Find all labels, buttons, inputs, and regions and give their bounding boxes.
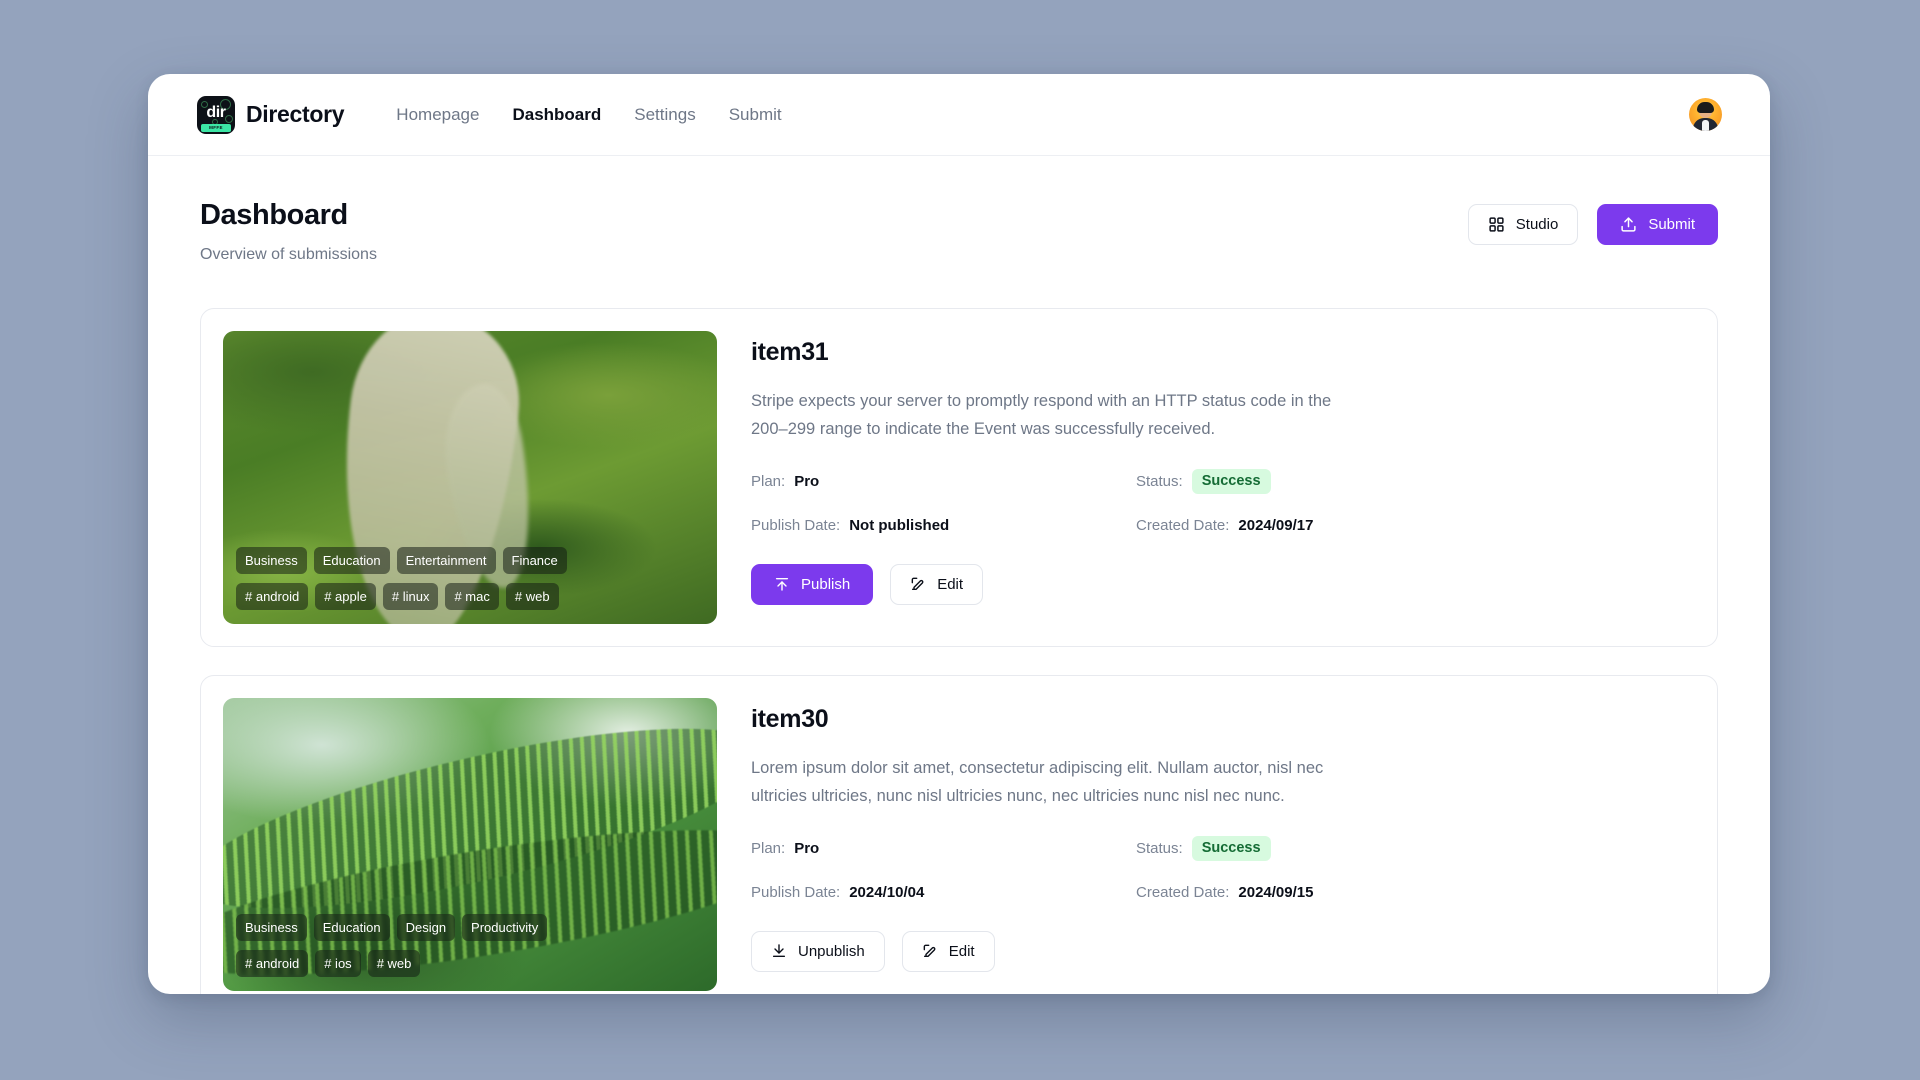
submit-button[interactable]: Submit bbox=[1597, 204, 1718, 245]
submission-actions: Publish Edit bbox=[751, 563, 1695, 605]
thumbnail-tags: Business Education Design Productivity #… bbox=[236, 914, 704, 977]
category-tag[interactable]: Design bbox=[396, 914, 456, 941]
arrow-up-to-line-icon bbox=[774, 576, 790, 592]
publish-date-value: 2024/10/04 bbox=[849, 883, 925, 901]
nav-link-dashboard[interactable]: Dashboard bbox=[512, 105, 601, 125]
unpublish-button-label: Unpublish bbox=[798, 942, 865, 960]
header-actions: Studio Submit bbox=[1467, 204, 1718, 245]
edit-button-label: Edit bbox=[937, 575, 964, 593]
publish-button-label: Publish bbox=[801, 575, 851, 593]
submission-details: item30 Lorem ipsum dolor sit amet, conse… bbox=[751, 698, 1695, 991]
plan-label: Plan: bbox=[751, 839, 786, 857]
submission-metadata: Plan: Pro Status: Success Publish Date: … bbox=[751, 469, 1695, 534]
plan-value: Pro bbox=[794, 472, 820, 490]
brand-name: Directory bbox=[246, 101, 345, 127]
category-tag[interactable]: Education bbox=[313, 914, 390, 941]
brand-logo[interactable]: dir MFFE Directory bbox=[197, 95, 345, 134]
page-heading-group: Dashboard Overview of submissions bbox=[200, 198, 377, 264]
category-tag[interactable]: Business bbox=[236, 914, 307, 941]
thumbnail-tags: Business Education Entertainment Finance… bbox=[236, 547, 704, 610]
hashtag-tag[interactable]: # apple bbox=[315, 583, 376, 610]
status-field: Status: Success bbox=[1136, 836, 1695, 861]
nav-link-settings[interactable]: Settings bbox=[634, 105, 695, 125]
hashtag-tag-row: # android # ios # web bbox=[236, 950, 421, 977]
submission-card: Business Education Entertainment Finance… bbox=[200, 308, 1718, 647]
category-tag[interactable]: Finance bbox=[502, 547, 567, 574]
plan-field: Plan: Pro bbox=[751, 836, 1136, 861]
created-date-label: Created Date: bbox=[1136, 883, 1230, 901]
status-field: Status: Success bbox=[1136, 469, 1695, 494]
submission-list: Business Education Entertainment Finance… bbox=[200, 308, 1718, 994]
hashtag-tag[interactable]: # web bbox=[367, 950, 421, 977]
submission-title: item31 bbox=[751, 338, 829, 366]
submission-description: Stripe expects your server to promptly r… bbox=[751, 392, 1332, 438]
created-date-value: 2024/09/17 bbox=[1238, 516, 1314, 534]
studio-button-label: Studio bbox=[1515, 216, 1559, 233]
created-date-field: Created Date: 2024/09/17 bbox=[1136, 517, 1695, 534]
publish-date-label: Publish Date: bbox=[751, 516, 841, 534]
submission-details: item31 Stripe expects your server to pro… bbox=[751, 331, 1695, 624]
pencil-square-icon bbox=[922, 943, 938, 959]
page-content: Dashboard Overview of submissions Studio bbox=[148, 156, 1770, 994]
category-tag-row: Business Education Entertainment Finance bbox=[236, 547, 567, 574]
page-title: Dashboard bbox=[200, 199, 348, 231]
status-label: Status: bbox=[1136, 472, 1183, 490]
logo-text: dir bbox=[206, 103, 226, 121]
publish-date-field: Publish Date: 2024/10/04 bbox=[751, 884, 1136, 901]
edit-button[interactable]: Edit bbox=[890, 563, 984, 605]
submission-actions: Unpublish Edit bbox=[751, 930, 1695, 972]
top-navigation-bar: dir MFFE Directory Homepage Dashboard Se… bbox=[148, 74, 1770, 156]
publish-date-label: Publish Date: bbox=[751, 883, 841, 901]
hashtag-tag[interactable]: # mac bbox=[445, 583, 499, 610]
logo-subtext: MFFE bbox=[201, 123, 231, 132]
hashtag-tag-row: # android # apple # linux # mac # web bbox=[236, 583, 559, 610]
publish-date-field: Publish Date: Not published bbox=[751, 517, 1136, 534]
user-avatar[interactable] bbox=[1689, 98, 1722, 131]
upload-icon bbox=[1620, 216, 1637, 233]
edit-button[interactable]: Edit bbox=[901, 930, 995, 972]
plan-field: Plan: Pro bbox=[751, 469, 1136, 494]
page-subtitle: Overview of submissions bbox=[200, 246, 377, 263]
edit-button-label: Edit bbox=[948, 942, 975, 960]
status-badge: Success bbox=[1191, 469, 1271, 494]
nav-link-submit[interactable]: Submit bbox=[729, 105, 782, 125]
directory-logo-icon: dir MFFE bbox=[197, 95, 235, 134]
created-date-field: Created Date: 2024/09/15 bbox=[1136, 884, 1695, 901]
submission-thumbnail[interactable]: Business Education Entertainment Finance… bbox=[223, 331, 717, 624]
nav-link-homepage[interactable]: Homepage bbox=[396, 105, 479, 125]
plan-value: Pro bbox=[794, 839, 820, 857]
studio-button[interactable]: Studio bbox=[1467, 204, 1579, 245]
status-badge: Success bbox=[1191, 836, 1271, 861]
submission-metadata: Plan: Pro Status: Success Publish Date: … bbox=[751, 836, 1695, 901]
publish-button[interactable]: Publish bbox=[751, 563, 874, 605]
category-tag[interactable]: Productivity bbox=[462, 914, 548, 941]
hashtag-tag[interactable]: # android bbox=[236, 950, 309, 977]
hashtag-tag[interactable]: # ios bbox=[315, 950, 361, 977]
status-label: Status: bbox=[1136, 839, 1183, 857]
unpublish-button[interactable]: Unpublish bbox=[751, 930, 885, 972]
category-tag[interactable]: Education bbox=[313, 547, 390, 574]
submit-button-label: Submit bbox=[1648, 216, 1695, 233]
hashtag-tag[interactable]: # web bbox=[505, 583, 559, 610]
created-date-value: 2024/09/15 bbox=[1238, 883, 1314, 901]
nav-links: Homepage Dashboard Settings Submit bbox=[396, 105, 781, 125]
publish-date-value: Not published bbox=[849, 516, 950, 534]
hashtag-tag[interactable]: # linux bbox=[382, 583, 439, 610]
pencil-square-icon bbox=[910, 576, 926, 592]
category-tag[interactable]: Business bbox=[236, 547, 307, 574]
created-date-label: Created Date: bbox=[1136, 516, 1230, 534]
arrow-down-to-line-icon bbox=[771, 943, 787, 959]
submission-thumbnail[interactable]: Business Education Design Productivity #… bbox=[223, 698, 717, 991]
plan-label: Plan: bbox=[751, 472, 786, 490]
page-header: Dashboard Overview of submissions Studio bbox=[200, 198, 1718, 264]
submission-description: Lorem ipsum dolor sit amet, consectetur … bbox=[751, 759, 1324, 805]
hashtag-tag[interactable]: # android bbox=[236, 583, 309, 610]
grid-icon bbox=[1488, 216, 1505, 233]
app-window: dir MFFE Directory Homepage Dashboard Se… bbox=[148, 74, 1770, 994]
category-tag[interactable]: Entertainment bbox=[396, 547, 496, 574]
category-tag-row: Business Education Design Productivity bbox=[236, 914, 548, 941]
submission-title: item30 bbox=[751, 705, 829, 733]
submission-card: Business Education Design Productivity #… bbox=[200, 675, 1718, 994]
